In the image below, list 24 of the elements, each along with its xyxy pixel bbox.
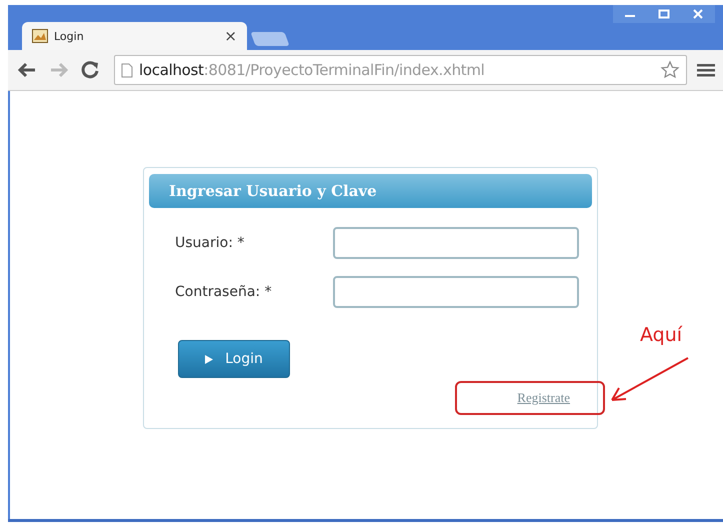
url-host: localhost	[139, 61, 204, 79]
page-icon	[121, 62, 133, 78]
new-tab-button[interactable]	[250, 32, 290, 46]
back-icon[interactable]	[16, 61, 38, 79]
reload-icon[interactable]	[80, 60, 100, 80]
input-field[interactable]	[333, 227, 579, 259]
input-field[interactable]	[333, 276, 579, 308]
maximize-icon[interactable]	[658, 9, 670, 19]
address-bar[interactable]: localhost:8081/ProyectoTerminalFin/index.xhtml	[114, 55, 687, 85]
field-label: Usuario: *	[175, 235, 246, 251]
login-button[interactable]: Login	[178, 340, 290, 378]
annotation-text: Aquí	[640, 324, 682, 346]
panel-header: Ingresar Usuario y Clave	[149, 174, 592, 208]
close-icon[interactable]	[692, 9, 704, 19]
menu-icon[interactable]	[697, 62, 715, 78]
url-path: :8081/ProyectoTerminalFin/index.xhtml	[204, 61, 485, 79]
play-icon	[205, 354, 214, 364]
browser-tab[interactable]: Login ×	[22, 22, 247, 50]
image-icon	[32, 29, 48, 43]
close-tab-button[interactable]: ×	[224, 27, 237, 45]
field-label: Contraseña: *	[175, 284, 273, 300]
forward-icon[interactable]	[48, 61, 70, 79]
tab-title: Login	[54, 30, 85, 42]
star-icon[interactable]	[660, 60, 680, 80]
